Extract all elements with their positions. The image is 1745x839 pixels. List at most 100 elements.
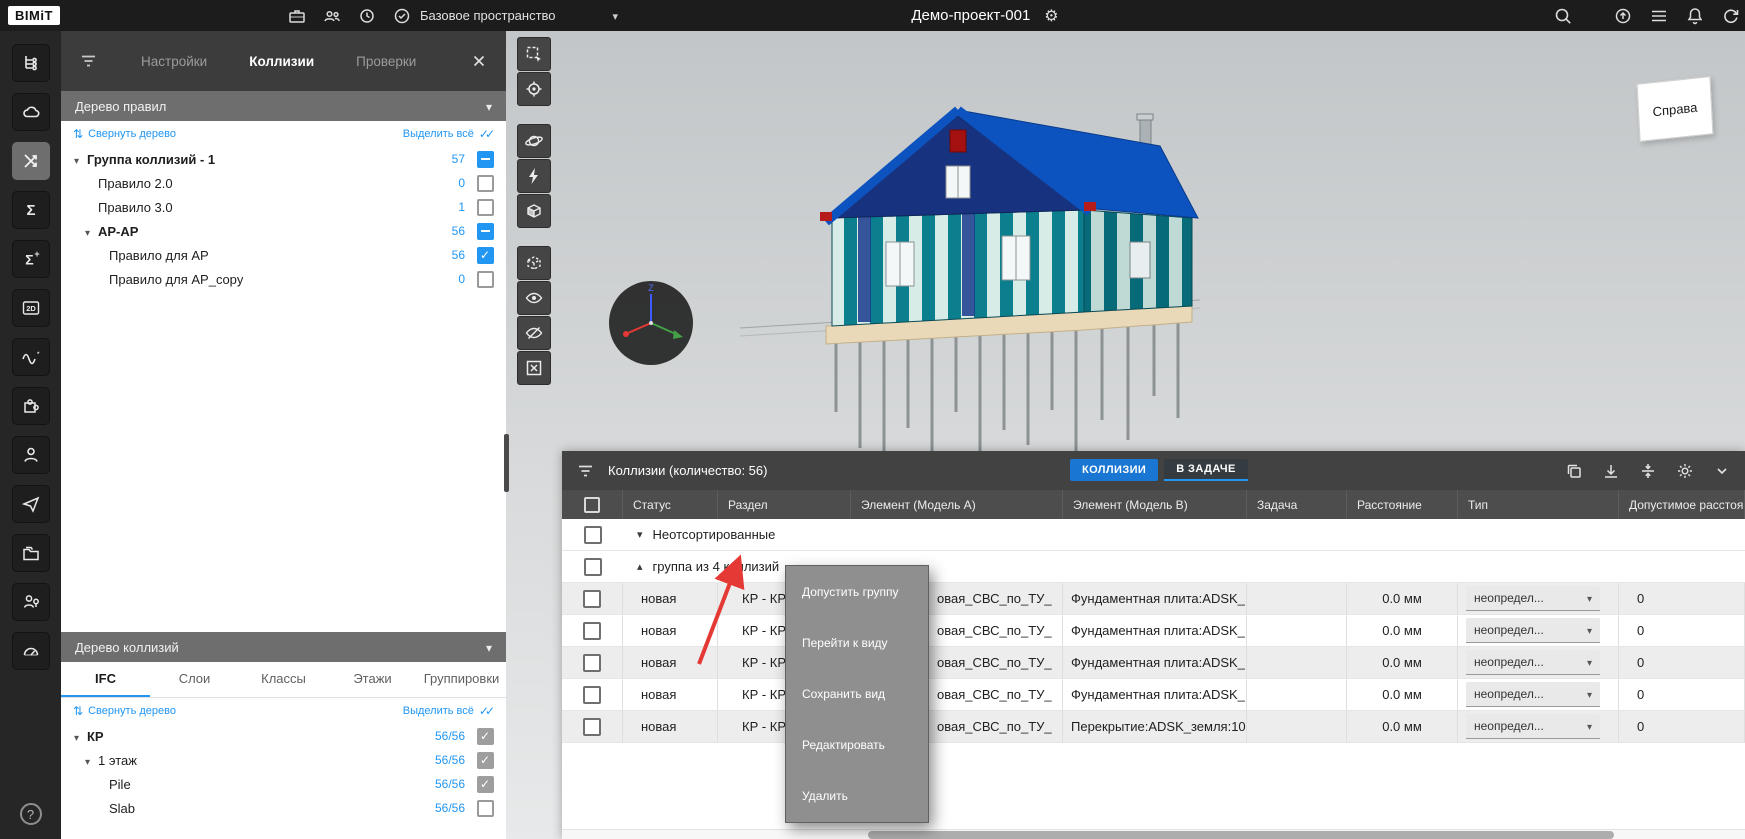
checkbox[interactable] (477, 199, 494, 216)
type-select[interactable]: неопредел... (1466, 586, 1600, 611)
tab-ifc[interactable]: IFC (61, 662, 150, 697)
checkbox[interactable] (477, 776, 494, 793)
table-row[interactable]: новая КР - КР овая_СВС_по_ТУ_ Фундаментн… (562, 679, 1745, 711)
settings-icon[interactable] (1676, 462, 1694, 480)
chart-tool[interactable] (12, 338, 50, 376)
column-task[interactable]: Задача (1247, 490, 1347, 519)
tab-classes[interactable]: Классы (239, 662, 328, 697)
clash-detection-tool[interactable] (12, 142, 50, 180)
collapse-icon[interactable] (637, 560, 643, 573)
tree-item[interactable]: Правило 3.0 1 (61, 195, 506, 219)
tab-groupings[interactable]: Группировки (417, 662, 506, 697)
collapse-tree-link[interactable]: Свернуть дерево (73, 704, 176, 718)
row-checkbox[interactable] (583, 718, 601, 736)
checkbox[interactable] (477, 271, 494, 288)
help-button[interactable]: ? (20, 803, 42, 825)
search-icon[interactable] (1553, 6, 1573, 26)
column-type[interactable]: Тип (1458, 490, 1619, 519)
menu-item-delete[interactable]: Удалить (786, 771, 928, 822)
hide-icon[interactable] (517, 316, 551, 350)
type-select[interactable]: неопредел... (1466, 618, 1600, 643)
row-checkbox[interactable] (583, 654, 601, 672)
history-icon[interactable] (357, 6, 377, 26)
collapse-chevron-icon[interactable] (1713, 462, 1731, 480)
tab-checks[interactable]: Проверки (356, 54, 416, 69)
tree-item[interactable]: Правило для АР_copy 0 (61, 267, 506, 291)
menu-list-icon[interactable] (1649, 6, 1669, 26)
checkbox[interactable] (477, 175, 494, 192)
orbit-icon[interactable] (517, 124, 551, 158)
clear-selection-icon[interactable] (517, 351, 551, 385)
expand-icon[interactable] (637, 528, 643, 541)
caret-icon[interactable] (74, 152, 87, 167)
type-select[interactable]: неопредел... (1466, 714, 1600, 739)
select-all-link[interactable]: Выделить всё (403, 127, 494, 141)
export-icon[interactable] (1602, 462, 1620, 480)
menu-item-go-to-view[interactable]: Перейти к виду (786, 617, 928, 668)
collapse-tree-link[interactable]: Свернуть дерево (73, 127, 176, 141)
column-section[interactable]: Раздел (718, 490, 851, 519)
tree-item[interactable]: Группа коллизий - 1 57 (61, 147, 506, 171)
table-row[interactable]: новая КР - КР овая_СВС_по_ТУ_ Фундаментн… (562, 615, 1745, 647)
tree-item[interactable]: Правило для АР 56 (61, 243, 506, 267)
caret-icon[interactable] (74, 729, 87, 744)
tab-settings[interactable]: Настройки (141, 54, 207, 69)
isolate-icon[interactable] (517, 246, 551, 280)
tree-item[interactable]: 1 этаж 56/56 (61, 748, 506, 772)
column-allowed-distance[interactable]: Допустимое расстояние (1619, 490, 1745, 519)
table-row[interactable]: новая КР - КР овая_СВС_по_ТУ_ Перекрытие… (562, 711, 1745, 743)
column-status[interactable]: Статус (623, 490, 718, 519)
row-checkbox[interactable] (584, 526, 602, 544)
plugins-tool[interactable] (12, 387, 50, 425)
row-checkbox[interactable] (583, 622, 601, 640)
type-select[interactable]: неопредел... (1466, 650, 1600, 675)
workspace-select[interactable]: Базовое пространство (420, 8, 618, 23)
align-icon[interactable] (1639, 462, 1657, 480)
cloud-tool[interactable] (12, 93, 50, 131)
row-checkbox[interactable] (583, 590, 601, 608)
tasks-icon[interactable] (392, 6, 412, 26)
user-tool[interactable] (12, 436, 50, 474)
project-settings-icon[interactable] (1044, 6, 1058, 26)
group-row-4-collisions[interactable]: группа из 4 коллизий (562, 551, 1745, 583)
tab-collisions[interactable]: Коллизии (249, 54, 314, 69)
tree-item[interactable]: Slab 56/56 (61, 796, 506, 820)
in-task-toggle-button[interactable]: В ЗАДАЧЕ (1164, 459, 1247, 481)
tab-floors[interactable]: Этажи (328, 662, 417, 697)
row-checkbox[interactable] (584, 558, 602, 576)
column-element-b[interactable]: Элемент (Модель B) (1063, 490, 1247, 519)
menu-icon[interactable] (576, 461, 596, 481)
checkbox[interactable] (477, 151, 494, 168)
model-tree-tool[interactable] (12, 44, 50, 82)
sync-icon[interactable] (1721, 6, 1741, 26)
share-icon[interactable] (1613, 6, 1633, 26)
column-distance[interactable]: Расстояние (1347, 490, 1458, 519)
select-window-icon[interactable] (517, 37, 551, 71)
2d-view-tool[interactable]: 2D (12, 289, 50, 327)
section-box-icon[interactable] (517, 194, 551, 228)
checkbox[interactable] (477, 247, 494, 264)
menu-item-save-view[interactable]: Сохранить вид (786, 668, 928, 719)
select-all-link[interactable]: Выделить всё (403, 704, 494, 718)
caret-icon[interactable] (85, 224, 98, 239)
projects-tool[interactable] (12, 534, 50, 572)
type-select[interactable]: неопредел... (1466, 682, 1600, 707)
horizontal-scrollbar[interactable] (562, 829, 1745, 839)
scrollbar-thumb[interactable] (868, 831, 1614, 839)
view-cube[interactable]: Справа (1637, 76, 1714, 142)
collisions-toggle-button[interactable]: КОЛЛИЗИИ (1070, 459, 1158, 481)
navigation-gizmo[interactable]: Z (606, 278, 696, 368)
menu-item-edit[interactable]: Редактировать (786, 720, 928, 771)
table-row[interactable]: новая КР - КР овая_СВС_по_ТУ_ Фундаментн… (562, 647, 1745, 679)
team-icon[interactable] (322, 6, 342, 26)
close-icon[interactable] (470, 52, 488, 70)
caret-icon[interactable] (85, 753, 98, 768)
viewport-3d[interactable]: Z Справа Коллизии (количество: 56) КОЛЛИ… (506, 31, 1745, 839)
tree-item[interactable]: АР-АР 56 (61, 219, 506, 243)
show-icon[interactable] (517, 281, 551, 315)
checkbox[interactable] (477, 728, 494, 745)
select-all-checkbox[interactable] (584, 497, 600, 513)
row-checkbox[interactable] (583, 686, 601, 704)
table-row[interactable]: новая КР - КР овая_СВС_по_ТУ_ Фундаментн… (562, 583, 1745, 615)
column-element-a[interactable]: Элемент (Модель A) (851, 490, 1063, 519)
